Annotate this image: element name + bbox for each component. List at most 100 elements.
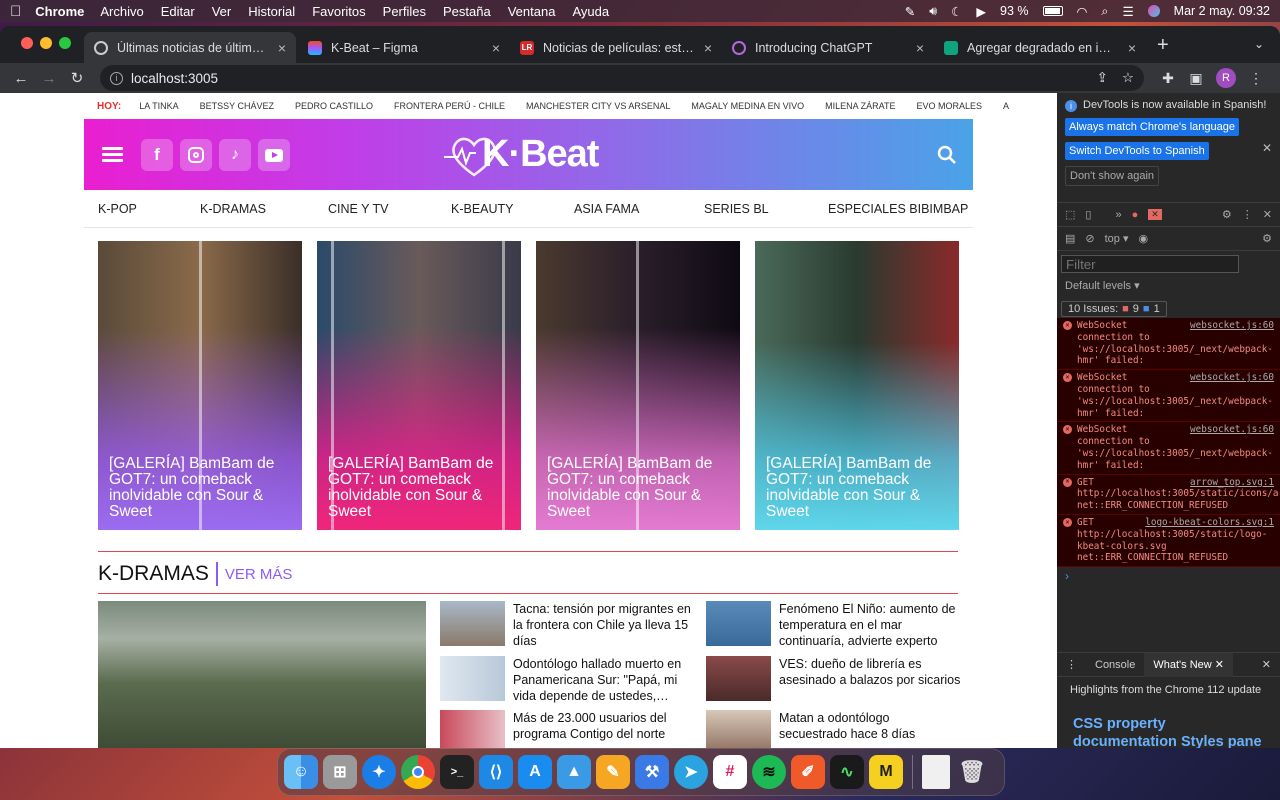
kbeat-logo[interactable]: K·Beat	[444, 131, 604, 179]
menu-item[interactable]: Pestaña	[443, 4, 491, 19]
tab-figma[interactable]: K-Beat – Figma ×	[298, 32, 510, 63]
news-item[interactable]: Más de 23.000 usuarios del programa Cont…	[440, 710, 695, 748]
nav-kbeauty[interactable]: K-BEAUTY	[451, 202, 514, 216]
battery-label[interactable]: 93 %	[1000, 4, 1029, 18]
menu-item[interactable]: Archivo	[100, 4, 143, 19]
settings-icon[interactable]: ⚙	[1222, 208, 1232, 221]
share-icon[interactable]: ⇪	[1097, 70, 1108, 86]
news-item[interactable]: Fenómeno El Niño: aumento de temperatura…	[706, 601, 961, 649]
eye-icon[interactable]: ◉	[1139, 232, 1149, 245]
xcode-icon[interactable]: ⚒	[635, 755, 669, 789]
back-button[interactable]: ←	[10, 70, 32, 87]
close-tab-icon[interactable]: ×	[704, 40, 712, 56]
menu-item[interactable]: Ayuda	[572, 4, 609, 19]
trending-link[interactable]: MILENA ZÁRATE	[825, 101, 895, 111]
document-icon[interactable]	[922, 755, 950, 789]
error-count-icon[interactable]: ●	[1132, 209, 1139, 221]
keynote-icon[interactable]: ▲	[557, 755, 591, 789]
play-icon[interactable]: ▶︎	[976, 4, 986, 19]
trending-link[interactable]: PEDRO CASTILLO	[295, 101, 373, 111]
featured-card[interactable]: [GALERÍA] BamBam de GOT7: un comeback in…	[98, 241, 302, 530]
tiktok-icon[interactable]: ♪	[219, 139, 251, 171]
kebab-menu-icon[interactable]: ⋮	[1242, 208, 1253, 221]
search-icon[interactable]	[937, 145, 957, 165]
extensions-icon[interactable]: ✚	[1154, 70, 1182, 87]
reload-button[interactable]: ↻	[66, 69, 88, 87]
error-source-link[interactable]: websocket.js:60	[1190, 424, 1274, 436]
nav-especiales-bibimbap[interactable]: ESPECIALES BIBIMBAP	[828, 202, 968, 216]
trash-icon[interactable]: 🗑︎	[955, 755, 989, 789]
bookmark-star-icon[interactable]: ☆	[1122, 70, 1134, 86]
nav-cine-y-tv[interactable]: CINE Y TV	[328, 202, 388, 216]
error-source-link[interactable]: websocket.js:60	[1190, 372, 1274, 384]
tab-ultimas-noticias[interactable]: Últimas noticias de última hora ×	[84, 32, 296, 63]
close-devtools-icon[interactable]: ✕	[1263, 208, 1272, 221]
facebook-icon[interactable]: f	[141, 139, 173, 171]
log-levels-dropdown[interactable]: Default levels ▾	[1057, 277, 1280, 297]
figma-alt-icon[interactable]: ✐	[791, 755, 825, 789]
featured-card[interactable]: [GALERÍA] BamBam de GOT7: un comeback in…	[755, 241, 959, 530]
news-item[interactable]: VES: dueño de librería es asesinado a ba…	[706, 656, 961, 701]
hamburger-menu-icon[interactable]	[102, 147, 123, 162]
menu-item[interactable]: Ver	[212, 4, 232, 19]
slack-icon[interactable]: #	[713, 755, 747, 789]
menu-item[interactable]: Favoritos	[312, 4, 365, 19]
menu-item[interactable]: Perfiles	[383, 4, 426, 19]
close-tab-icon[interactable]: ×	[916, 40, 924, 56]
menu-item[interactable]: Editar	[161, 4, 195, 19]
console-error[interactable]: ✕ websocket.js:60 WebSocket connection t…	[1057, 422, 1280, 475]
trending-link[interactable]: MANCHESTER CITY VS ARSENAL	[526, 101, 670, 111]
error-source-link[interactable]: websocket.js:60	[1190, 320, 1274, 332]
forward-button[interactable]: →	[38, 70, 60, 87]
control-center-icon[interactable]: ☰	[1122, 4, 1133, 19]
error-source-link[interactable]: arrow_top.svg:1	[1190, 477, 1274, 489]
trending-link[interactable]: BETSSY CHÁVEZ	[200, 101, 274, 111]
tab-whats-new[interactable]: What's New ✕	[1144, 652, 1233, 677]
sidebar-toggle-icon[interactable]: ▤	[1065, 232, 1075, 245]
volume-icon[interactable]: 🔊︎	[929, 4, 937, 19]
close-icon[interactable]: ✕	[1262, 141, 1272, 155]
match-language-button[interactable]: Always match Chrome's language	[1065, 118, 1239, 136]
tab-chatgpt[interactable]: Introducing ChatGPT ×	[722, 32, 934, 63]
context-selector[interactable]: top ▾	[1105, 232, 1129, 245]
ver-mas-link[interactable]: VER MÁS	[225, 566, 293, 583]
wifi-icon[interactable]: ◠	[1077, 4, 1088, 19]
device-toolbar-icon[interactable]: ▯	[1085, 208, 1091, 221]
launchpad-icon[interactable]: ⊞	[323, 755, 357, 789]
menu-item[interactable]: Historial	[248, 4, 295, 19]
apple-icon[interactable]: 	[10, 3, 21, 20]
news-item[interactable]: Tacna: tensión por migrantes en la front…	[440, 601, 695, 649]
featured-card[interactable]: [GALERÍA] BamBam de GOT7: un comeback in…	[536, 241, 740, 530]
tab-console[interactable]: Console	[1086, 653, 1144, 677]
activity-monitor-icon[interactable]: ∿	[830, 755, 864, 789]
console-error[interactable]: ✕ logo-kbeat-colors.svg:1 GET http://loc…	[1057, 514, 1280, 568]
error-source-link[interactable]: logo-kbeat-colors.svg:1	[1145, 517, 1274, 529]
console-error[interactable]: ✕ arrow_top.svg:1 GET http://localhost:3…	[1057, 474, 1280, 515]
app-menu[interactable]: Chrome	[35, 4, 84, 19]
issues-counter[interactable]: 10 Issues: ■ 9 ■ 1	[1061, 301, 1167, 317]
console-filter-input[interactable]	[1061, 255, 1239, 273]
console-settings-icon[interactable]: ⚙	[1262, 232, 1272, 245]
drawer-menu-icon[interactable]: ⋮	[1057, 653, 1086, 677]
chrome-icon[interactable]	[401, 755, 435, 789]
trending-link[interactable]: FRONTERA PERÚ - CHILE	[394, 101, 505, 111]
switch-spanish-button[interactable]: Switch DevTools to Spanish	[1065, 142, 1209, 160]
close-tab-icon[interactable]: ×	[492, 40, 500, 56]
menu-item[interactable]: Ventana	[508, 4, 556, 19]
finder-icon[interactable]: ☺	[284, 755, 318, 789]
console-error[interactable]: ✕ websocket.js:60 WebSocket connection t…	[1057, 370, 1280, 423]
safari-icon[interactable]: ✦	[362, 755, 396, 789]
minimize-window-button[interactable]	[40, 37, 52, 49]
console-error[interactable]: ✕ websocket.js:60 WebSocket connection t…	[1057, 318, 1280, 371]
address-bar[interactable]: i localhost:3005 ⇪ ☆	[100, 65, 1144, 91]
moon-icon[interactable]: ☾	[951, 4, 962, 19]
tab-degradado[interactable]: Agregar degradado en imagen ×	[934, 32, 1146, 63]
terminal-icon[interactable]: >_	[440, 755, 474, 789]
close-drawer-icon[interactable]: ✕	[1253, 653, 1280, 677]
side-panel-icon[interactable]: ▣	[1182, 70, 1210, 87]
appstore-icon[interactable]: A	[518, 755, 552, 789]
dont-show-again-button[interactable]: Don't show again	[1065, 166, 1160, 186]
lead-story-image[interactable]	[98, 601, 426, 748]
trending-link[interactable]: MAGALY MEDINA EN VIVO	[691, 101, 804, 111]
spotify-icon[interactable]: ≋	[752, 755, 786, 789]
